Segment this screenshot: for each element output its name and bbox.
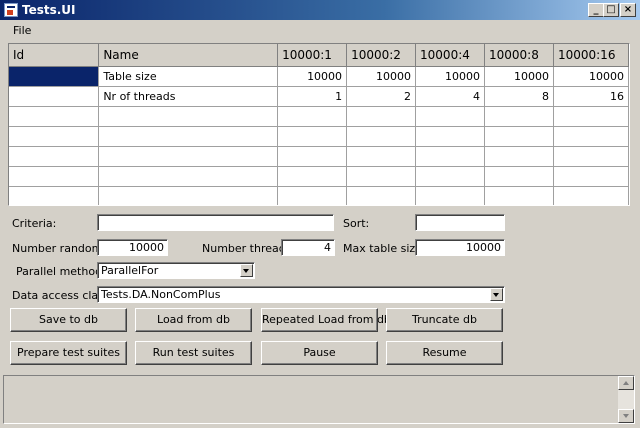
maximize-button[interactable]: □ xyxy=(603,3,619,17)
parallel-method-label: Parallel method: xyxy=(16,265,106,278)
truncate-db-button[interactable]: Truncate db xyxy=(386,308,503,332)
log-scrollbar[interactable] xyxy=(618,376,634,423)
table-cell[interactable]: 10000 xyxy=(415,66,485,87)
scroll-down-icon[interactable] xyxy=(618,409,634,423)
parallel-method-select[interactable]: ParallelFor xyxy=(97,262,255,279)
column-header-id[interactable]: Id xyxy=(9,44,100,67)
menu-bar: File xyxy=(0,20,640,40)
title-bar[interactable]: Tests.UI _ □ × xyxy=(0,0,640,20)
table-cell[interactable] xyxy=(9,86,100,107)
scroll-up-icon[interactable] xyxy=(618,376,634,390)
table-cell[interactable]: 2 xyxy=(346,86,417,107)
results-grid[interactable]: Id Name 10000:1 10000:2 10000:4 10000:8 … xyxy=(8,43,630,206)
table-cell[interactable]: 1 xyxy=(277,86,348,107)
table-cell[interactable]: Table size xyxy=(98,66,279,87)
pause-button[interactable]: Pause xyxy=(261,341,378,365)
column-header-10000-4[interactable]: 10000:4 xyxy=(415,44,485,67)
resume-button[interactable]: Resume xyxy=(386,341,503,365)
app-icon[interactable] xyxy=(4,3,18,17)
table-cell[interactable]: 8 xyxy=(484,86,554,107)
table-row[interactable]: Nr of threads 1 2 4 8 16 xyxy=(9,86,629,107)
table-cell[interactable]: 10000 xyxy=(277,66,348,87)
column-header-10000-16[interactable]: 10000:16 xyxy=(553,44,629,67)
column-header-10000-2[interactable]: 10000:2 xyxy=(346,44,417,67)
number-randoms-input[interactable]: 10000 xyxy=(97,239,168,256)
data-access-select[interactable]: Tests.DA.NonComPlus xyxy=(97,286,505,303)
sort-label: Sort: xyxy=(343,217,370,230)
log-output[interactable] xyxy=(3,375,635,424)
header-row: Id Name 10000:1 10000:2 10000:4 10000:8 … xyxy=(9,44,629,67)
empty-row xyxy=(9,146,629,167)
column-header-name[interactable]: Name xyxy=(98,44,279,67)
table-cell[interactable]: Nr of threads xyxy=(98,86,279,107)
sort-input[interactable] xyxy=(415,214,505,231)
results-table: Id Name 10000:1 10000:2 10000:4 10000:8 … xyxy=(9,44,629,205)
empty-row xyxy=(9,166,629,187)
load-from-db-button[interactable]: Load from db xyxy=(135,308,252,332)
window-title: Tests.UI xyxy=(22,3,76,17)
criteria-input[interactable] xyxy=(97,214,334,231)
repeated-load-button[interactable]: Repeated Load from db xyxy=(261,308,391,332)
table-cell[interactable]: 10000 xyxy=(346,66,417,87)
prepare-test-suites-button[interactable]: Prepare test suites xyxy=(10,341,127,365)
run-test-suites-button[interactable]: Run test suites xyxy=(135,341,252,365)
column-header-10000-1[interactable]: 10000:1 xyxy=(277,44,348,67)
chevron-down-icon[interactable] xyxy=(240,264,253,277)
empty-row xyxy=(9,126,629,147)
max-table-size-label: Max table size: xyxy=(343,242,426,255)
criteria-label: Criteria: xyxy=(12,217,57,230)
chevron-down-icon[interactable] xyxy=(490,288,503,301)
empty-row xyxy=(9,186,629,205)
table-cell[interactable] xyxy=(9,66,100,87)
menu-file[interactable]: File xyxy=(13,24,31,37)
table-cell[interactable]: 10000 xyxy=(484,66,554,87)
table-row[interactable]: Table size 10000 10000 10000 10000 10000 xyxy=(9,66,629,87)
table-cell[interactable]: 4 xyxy=(415,86,485,107)
column-header-10000-8[interactable]: 10000:8 xyxy=(484,44,554,67)
parallel-method-value: ParallelFor xyxy=(97,262,255,279)
empty-row xyxy=(9,106,629,127)
number-threads-input[interactable]: 4 xyxy=(281,239,335,256)
table-cell[interactable]: 10000 xyxy=(553,66,629,87)
save-to-db-button[interactable]: Save to db xyxy=(10,308,127,332)
max-table-size-input[interactable]: 10000 xyxy=(415,239,505,256)
data-access-value: Tests.DA.NonComPlus xyxy=(97,286,505,303)
minimize-button[interactable]: _ xyxy=(588,3,604,17)
close-button[interactable]: × xyxy=(620,3,636,17)
table-cell[interactable]: 16 xyxy=(553,86,629,107)
